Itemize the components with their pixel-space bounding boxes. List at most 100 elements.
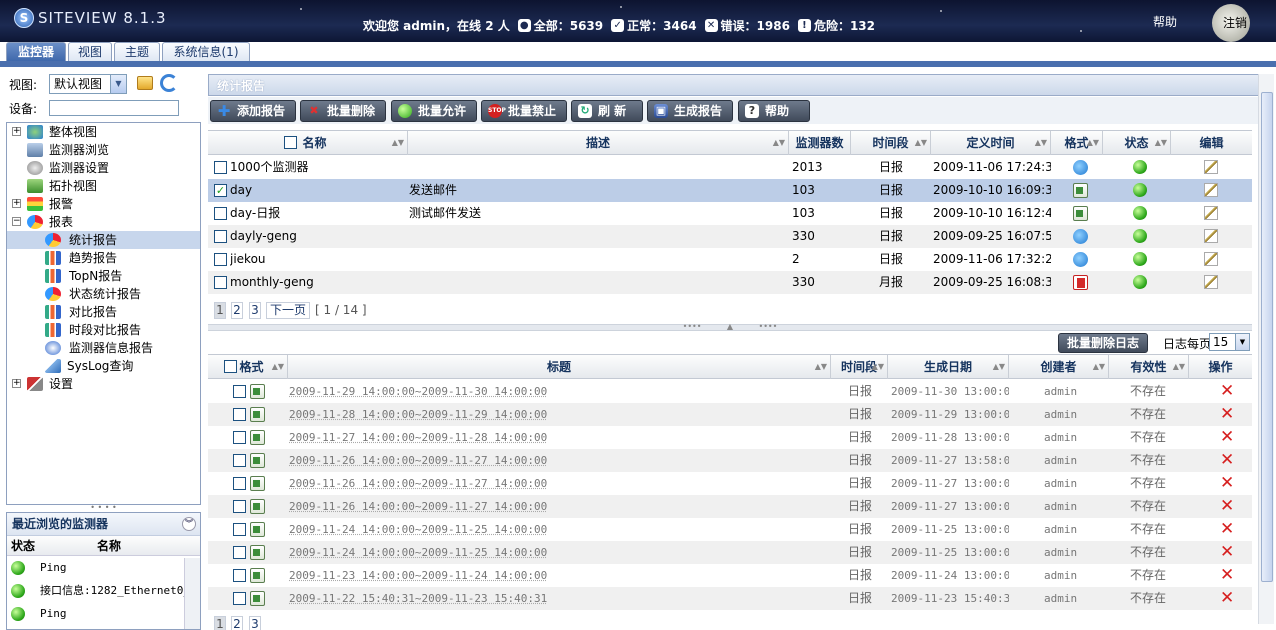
delete-icon[interactable]: ✕: [1220, 543, 1234, 561]
select-all-logs-checkbox[interactable]: [224, 360, 237, 373]
excel-format-icon[interactable]: [250, 522, 265, 537]
edit-icon[interactable]: [1204, 229, 1218, 243]
report-name[interactable]: jiekou: [230, 248, 405, 271]
log-page-2[interactable]: 2: [231, 616, 243, 630]
sort-icon[interactable]: ▲▼: [1093, 355, 1105, 379]
scrollbar-thumb[interactable]: [1261, 92, 1273, 582]
delete-icon[interactable]: ✕: [1220, 451, 1234, 469]
tree-item-settings[interactable]: + 设置: [7, 375, 200, 393]
tab-views[interactable]: 视图: [68, 42, 112, 62]
log-checkbox[interactable]: [233, 385, 246, 398]
page-1[interactable]: 1: [214, 302, 226, 319]
expand-icon[interactable]: +: [12, 127, 21, 136]
log-page-1[interactable]: 1: [214, 616, 226, 630]
log-checkbox[interactable]: [233, 523, 246, 536]
excel-format-icon[interactable]: [250, 591, 265, 606]
view-select[interactable]: 默认视图 ▼: [49, 74, 127, 94]
log-checkbox[interactable]: [233, 408, 246, 421]
row-checkbox[interactable]: [214, 230, 227, 243]
edit-icon[interactable]: [1204, 275, 1218, 289]
col-time[interactable]: 定义时间 ▲▼: [931, 131, 1051, 155]
page-3[interactable]: 3: [249, 302, 261, 319]
col-log-creator[interactable]: 创建者 ▲▼: [1009, 355, 1109, 379]
excel-format-icon[interactable]: [250, 499, 265, 514]
page-2[interactable]: 2: [231, 302, 243, 319]
sort-icon[interactable]: ▲▼: [815, 355, 827, 379]
log-title-link[interactable]: 2009-11-26 14:00:00~2009-11-27 14:00:00: [289, 449, 829, 472]
recent-row[interactable]: 接口信息:1282_Ethernet0_: [7, 579, 200, 602]
log-row[interactable]: 2009-11-29 14:00:00~2009-11-30 14:00:00 日…: [208, 380, 1252, 403]
delete-icon[interactable]: ✕: [1220, 474, 1234, 492]
col-status[interactable]: 状态 ▲▼: [1103, 131, 1171, 155]
tree-item-reports[interactable]: − 报表: [7, 213, 200, 231]
log-row[interactable]: 2009-11-26 14:00:00~2009-11-27 14:00:00 日…: [208, 472, 1252, 495]
grid-splitter[interactable]: •••• ▲ ••••: [208, 323, 1252, 331]
tab-system-info[interactable]: 系统信息(1): [162, 42, 250, 62]
help-link[interactable]: 帮助: [1153, 13, 1177, 30]
delete-icon[interactable]: ✕: [1220, 520, 1234, 538]
tree-item-syslog-query[interactable]: SysLog查询: [7, 357, 200, 375]
col-format[interactable]: 格式 ▲▼: [1051, 131, 1103, 155]
excel-format-icon[interactable]: [250, 453, 265, 468]
next-page-link[interactable]: 下一页: [266, 302, 310, 319]
report-name[interactable]: day: [230, 179, 405, 202]
log-title-link[interactable]: 2009-11-22 15:40:31~2009-11-23 15:40:31: [289, 587, 829, 610]
log-row[interactable]: 2009-11-24 14:00:00~2009-11-25 14:00:00 日…: [208, 518, 1252, 541]
tree-item-monitor-settings[interactable]: 监测器设置: [7, 159, 200, 177]
log-title-link[interactable]: 2009-11-27 14:00:00~2009-11-28 14:00:00: [289, 426, 829, 449]
report-row[interactable]: dayly-geng 330 日报 2009-09-25 16:07:59: [208, 225, 1252, 248]
batch-delete-button[interactable]: ✖ 批量删除: [300, 100, 386, 122]
tree-item-compare-report[interactable]: 对比报告: [7, 303, 200, 321]
row-checkbox[interactable]: [214, 253, 227, 266]
refresh-icon[interactable]: [160, 74, 178, 92]
batch-delete-log-button[interactable]: 批量删除日志: [1058, 333, 1149, 353]
report-row[interactable]: monthly-geng 330 月报 2009-09-25 16:08:39: [208, 271, 1252, 294]
log-row[interactable]: 2009-11-26 14:00:00~2009-11-27 14:00:00 日…: [208, 449, 1252, 472]
edit-icon[interactable]: [1204, 183, 1218, 197]
col-log-format[interactable]: 格式 ▲▼: [208, 355, 288, 379]
excel-format-icon[interactable]: [250, 407, 265, 422]
delete-icon[interactable]: ✕: [1220, 382, 1234, 400]
log-row[interactable]: 2009-11-26 14:00:00~2009-11-27 14:00:00 日…: [208, 495, 1252, 518]
tree-item-alarm[interactable]: + 报警: [7, 195, 200, 213]
tree-item-status-stat-report[interactable]: 状态统计报告: [7, 285, 200, 303]
log-row[interactable]: 2009-11-28 14:00:00~2009-11-29 14:00:00 日…: [208, 403, 1252, 426]
folder-icon[interactable]: [137, 76, 153, 90]
recent-row[interactable]: Ping: [7, 556, 200, 579]
sort-icon[interactable]: ▲▼: [1173, 355, 1185, 379]
report-name[interactable]: day-日报: [230, 202, 405, 225]
log-title-link[interactable]: 2009-11-29 14:00:00~2009-11-30 14:00:00: [289, 380, 829, 403]
generate-report-button[interactable]: ▣ 生成报告: [647, 100, 733, 122]
html-format-icon[interactable]: [1073, 160, 1088, 175]
log-title-link[interactable]: 2009-11-26 14:00:00~2009-11-27 14:00:00: [289, 495, 829, 518]
sort-icon[interactable]: ▲▼: [1087, 131, 1099, 155]
collapse-icon[interactable]: −: [12, 217, 21, 226]
refresh-button[interactable]: ↻ 刷 新: [571, 100, 643, 122]
tab-themes[interactable]: 主题: [114, 42, 160, 62]
report-name[interactable]: dayly-geng: [230, 225, 405, 248]
excel-format-icon[interactable]: [1073, 206, 1088, 221]
help-button[interactable]: ? 帮助: [738, 100, 810, 122]
batch-forbid-button[interactable]: STOP 批量禁止: [481, 100, 567, 122]
tree-item-monitor-browse[interactable]: 监测器浏览: [7, 141, 200, 159]
batch-allow-button[interactable]: 批量允许: [391, 100, 477, 122]
col-log-generated[interactable]: 生成日期 ▲▼: [888, 355, 1009, 379]
log-page-3[interactable]: 3: [249, 616, 261, 630]
sort-icon[interactable]: ▲▼: [915, 131, 927, 155]
sort-icon[interactable]: ▲▼: [872, 355, 884, 379]
col-log-period[interactable]: 时间段 ▲▼: [831, 355, 888, 379]
log-checkbox[interactable]: [233, 500, 246, 513]
tree-item-stat-report[interactable]: 统计报告: [7, 231, 200, 249]
tab-monitors[interactable]: 监控器: [6, 42, 66, 62]
tree-item-topology[interactable]: 拓扑视图: [7, 177, 200, 195]
delete-icon[interactable]: ✕: [1220, 405, 1234, 423]
logout-link[interactable]: 注销: [1223, 14, 1247, 31]
delete-icon[interactable]: ✕: [1220, 428, 1234, 446]
collapse-icon[interactable]: ︾: [182, 517, 196, 531]
sort-icon[interactable]: ▲▼: [272, 355, 284, 379]
excel-format-icon[interactable]: [1073, 183, 1088, 198]
col-count[interactable]: 监测器数: [789, 131, 851, 155]
row-checkbox[interactable]: [214, 207, 227, 220]
log-row[interactable]: 2009-11-23 14:00:00~2009-11-24 14:00:00 日…: [208, 564, 1252, 587]
edit-icon[interactable]: [1204, 252, 1218, 266]
